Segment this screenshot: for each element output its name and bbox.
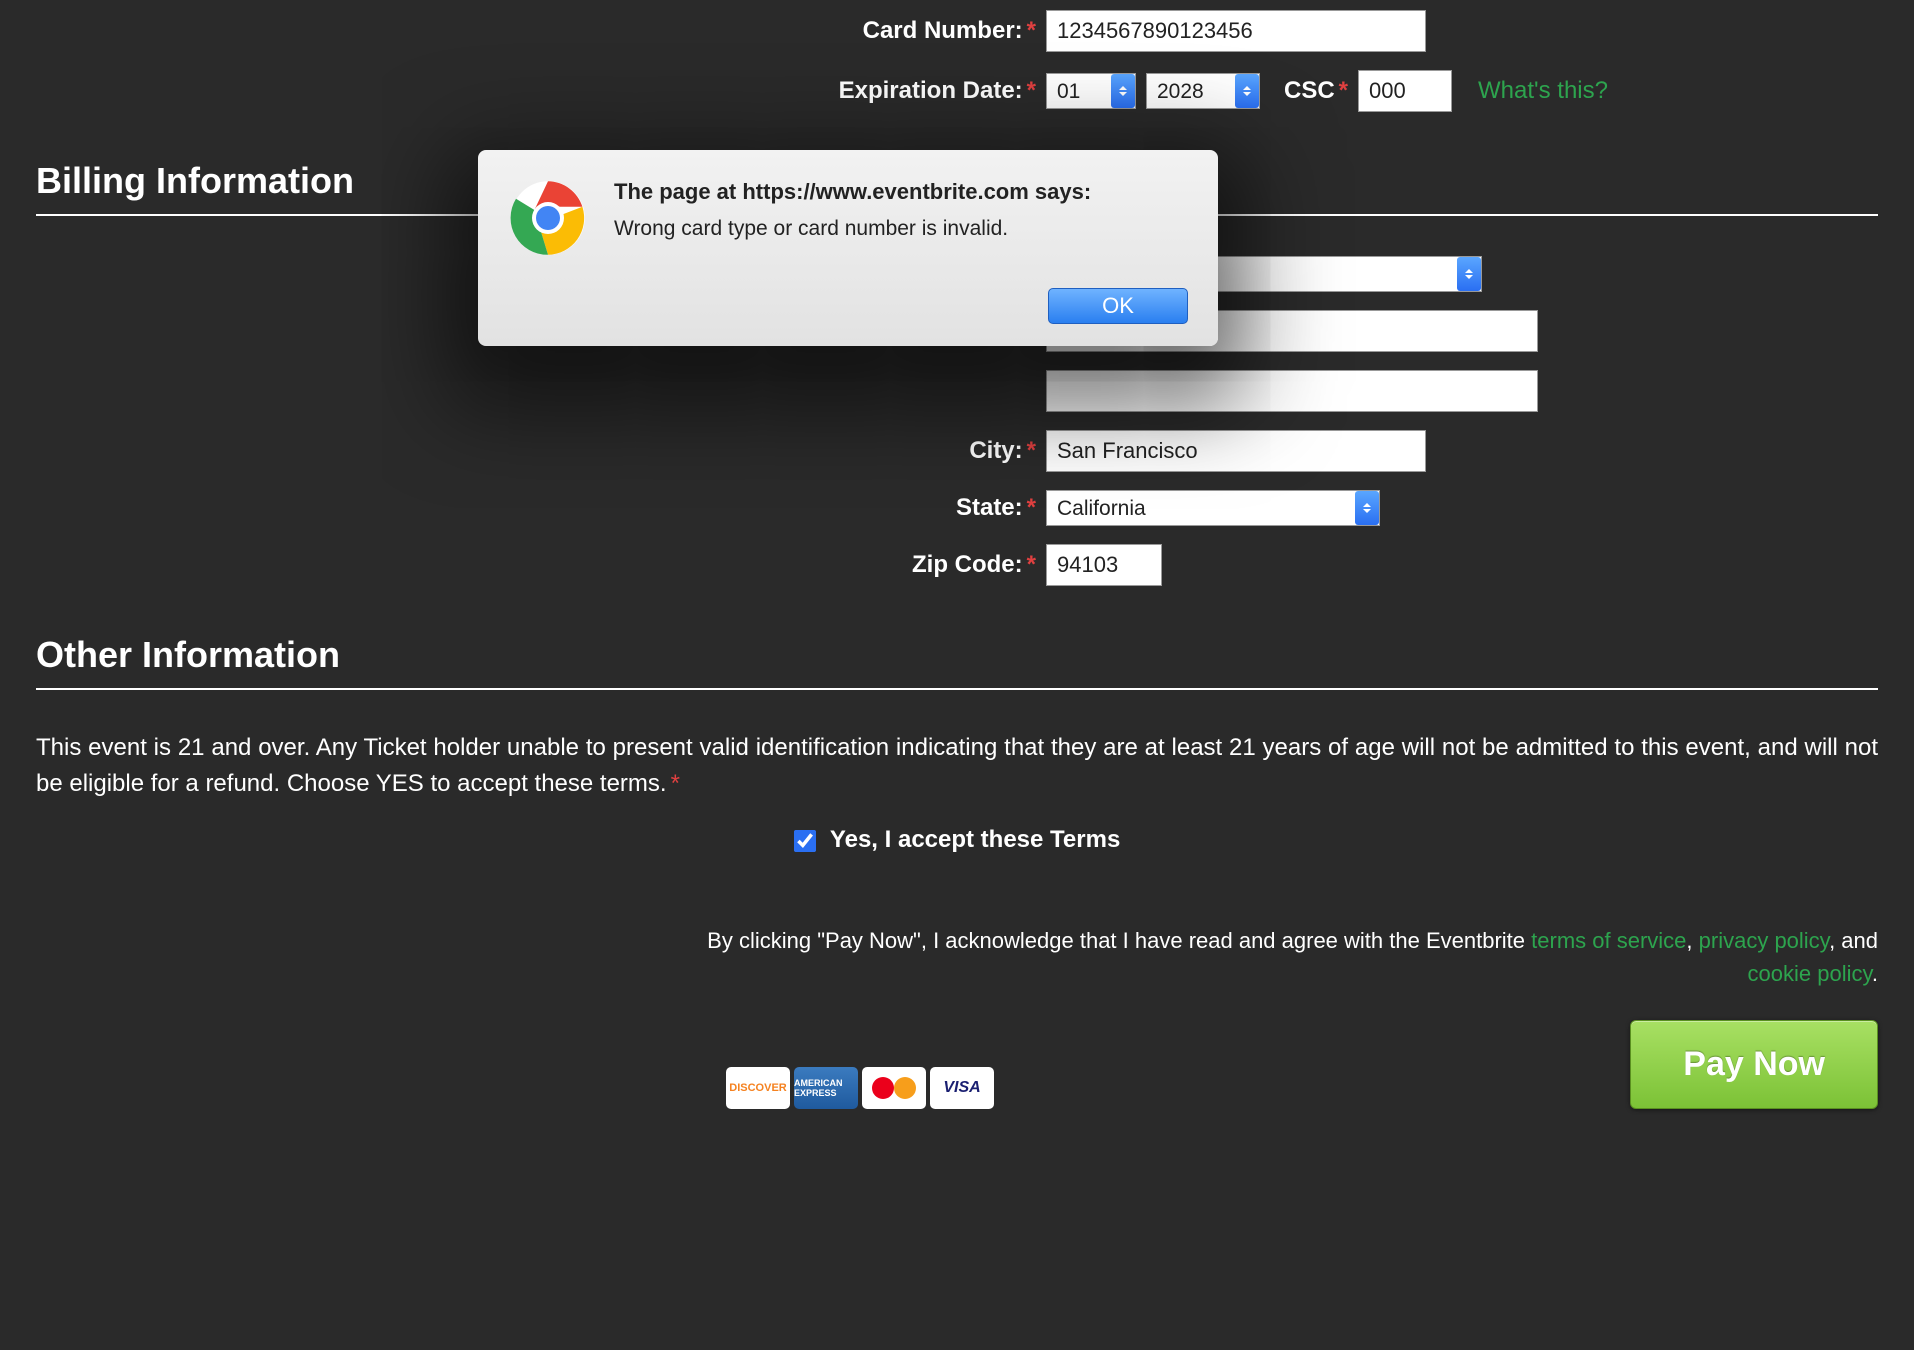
chevron-updown-icon	[1111, 74, 1135, 108]
chevron-updown-icon	[1235, 74, 1259, 108]
amex-card-icon: AMERICAN EXPRESS	[794, 1067, 858, 1109]
mastercard-icon	[862, 1067, 926, 1109]
state-select[interactable]: California	[1046, 490, 1380, 526]
csc-label: CSC*	[1284, 77, 1348, 105]
discover-card-icon: DISCOVER	[726, 1067, 790, 1109]
expiration-date-label: Expiration Date:*	[36, 77, 1046, 105]
exp-year-select[interactable]: 2028	[1146, 73, 1260, 109]
city-input[interactable]	[1046, 430, 1426, 472]
other-section-title: Other Information	[36, 634, 1878, 690]
alert-heading: The page at https://www.eventbrite.com s…	[614, 178, 1091, 207]
billing-address2-input[interactable]	[1046, 370, 1538, 412]
chevron-updown-icon	[1355, 491, 1379, 525]
chrome-icon	[508, 178, 588, 258]
privacy-link[interactable]: privacy policy	[1699, 928, 1829, 953]
card-number-input[interactable]	[1046, 10, 1426, 52]
pay-now-button[interactable]: Pay Now	[1630, 1020, 1878, 1109]
cookie-link[interactable]: cookie policy	[1748, 961, 1872, 986]
accept-terms-checkbox[interactable]	[794, 830, 816, 852]
alert-dialog: The page at https://www.eventbrite.com s…	[478, 150, 1218, 346]
card-number-label: Card Number:*	[36, 17, 1046, 45]
alert-message: Wrong card type or card number is invali…	[614, 217, 1091, 241]
state-label: State:*	[36, 494, 1046, 522]
whats-this-link[interactable]: What's this?	[1478, 77, 1608, 105]
alert-ok-button[interactable]: OK	[1048, 288, 1188, 324]
accepted-cards: DISCOVER AMERICAN EXPRESS VISA	[726, 1067, 994, 1109]
zip-label: Zip Code:*	[36, 551, 1046, 579]
exp-month-select[interactable]: 01	[1046, 73, 1136, 109]
tos-link[interactable]: terms of service	[1531, 928, 1686, 953]
accept-terms-label[interactable]: Yes, I accept these Terms	[794, 826, 1121, 853]
acknowledgement-text: By clicking "Pay Now", I acknowledge tha…	[36, 924, 1878, 990]
chevron-updown-icon	[1457, 257, 1481, 291]
visa-card-icon: VISA	[930, 1067, 994, 1109]
zip-input[interactable]	[1046, 544, 1162, 586]
csc-input[interactable]	[1358, 70, 1452, 112]
age-terms-text: This event is 21 and over. Any Ticket ho…	[36, 730, 1878, 802]
city-label: City:*	[36, 437, 1046, 465]
